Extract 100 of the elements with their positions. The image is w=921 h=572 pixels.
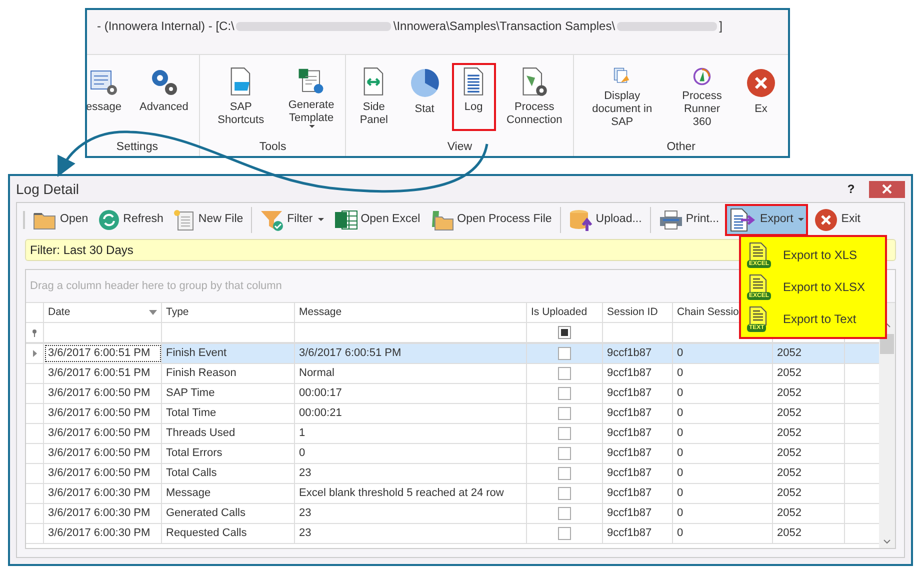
filter-checkbox[interactable] <box>558 326 571 339</box>
table-cell: 3/6/2017 6:00:51 PM <box>44 364 162 383</box>
table-row[interactable]: 3/6/2017 6:00:30 PM Message Excel blank threshold 5 reached at 24 row 9ccf1b87 0 2052 <box>26 484 879 504</box>
funnel-icon <box>260 209 284 231</box>
column-header[interactable]: Is Uploaded <box>527 303 603 322</box>
ribbon-button[interactable]: Ex <box>738 62 784 131</box>
caret-icon <box>318 218 324 222</box>
refresh-icon <box>98 209 120 231</box>
toolbar-button[interactable]: Open Process File <box>426 204 556 236</box>
table-cell: 0 <box>673 484 773 503</box>
table-cell: 3/6/2017 6:00:30 PM <box>44 504 162 523</box>
checkbox[interactable] <box>558 507 571 520</box>
checkbox[interactable] <box>558 467 571 480</box>
table-cell: 3/6/2017 6:00:50 PM <box>44 444 162 463</box>
table-cell: 9ccf1b87 <box>603 424 673 443</box>
table-cell: 3/6/2017 6:00:51 PM <box>44 344 162 363</box>
checkbox[interactable] <box>558 367 571 380</box>
ribbon-group-label: View <box>447 140 472 155</box>
table-cell: 0 <box>673 464 773 483</box>
table-cell: 2052 <box>773 444 845 463</box>
toolbar-button[interactable]: Open <box>29 204 92 236</box>
column-header[interactable]: Session ID <box>603 303 673 322</box>
table-cell: 9ccf1b87 <box>603 464 673 483</box>
close-icon <box>882 184 892 194</box>
column-header[interactable]: Date <box>44 303 162 322</box>
checkbox[interactable] <box>558 487 571 500</box>
checkbox[interactable] <box>558 347 571 360</box>
table-cell: 3/6/2017 6:00:30 PM <box>44 524 162 543</box>
table-cell: SAP Time <box>162 384 295 403</box>
table-cell: Requested Calls <box>162 524 295 543</box>
table-cell: Total Calls <box>162 464 295 483</box>
ribbon-button[interactable]: Log <box>452 62 496 131</box>
table-cell: 2052 <box>773 384 845 403</box>
table-row[interactable]: 3/6/2017 6:00:50 PM Total Time 00:00:21 9ccf1b87 0 2052 <box>26 404 879 424</box>
table-cell: 2052 <box>773 524 845 543</box>
table-row[interactable]: 3/6/2017 6:00:30 PM Requested Calls 23 9ccf1b87 0 2052 <box>26 524 879 544</box>
table-cell: 0 <box>673 404 773 423</box>
table-cell: 3/6/2017 6:00:51 PM <box>295 344 527 363</box>
table-row[interactable]: 3/6/2017 6:00:50 PM Total Errors 0 9ccf1b87 0 2052 <box>26 444 879 464</box>
table-cell: 2052 <box>773 404 845 423</box>
table-cell: 0 <box>673 524 773 543</box>
table-cell: Total Errors <box>162 444 295 463</box>
table-cell: 1 <box>295 424 527 443</box>
table-cell: Finish Reason <box>162 364 295 383</box>
checkbox[interactable] <box>558 407 571 420</box>
table-cell: 9ccf1b87 <box>603 504 673 523</box>
new-document-icon <box>173 209 196 231</box>
table-row[interactable]: 3/6/2017 6:00:50 PM Total Calls 23 9ccf1b87 0 2052 <box>26 464 879 484</box>
table-cell: 0 <box>673 504 773 523</box>
ribbon-button[interactable]: Side Panel <box>350 62 398 131</box>
table-cell: Generated Calls <box>162 504 295 523</box>
column-header[interactable]: Message <box>295 303 527 322</box>
table-cell: Finish Event <box>162 344 295 363</box>
checkbox[interactable] <box>558 427 571 440</box>
document-export-icon <box>729 208 758 232</box>
table-cell: 3/6/2017 6:00:30 PM <box>44 484 162 503</box>
table-cell: 0 <box>673 344 773 363</box>
table-cell: 3/6/2017 6:00:50 PM <box>44 384 162 403</box>
table-cell: Excel blank threshold 5 reached at 24 row <box>295 484 527 503</box>
close-button[interactable] <box>869 180 905 198</box>
folder-document-icon <box>430 209 454 231</box>
table-row[interactable]: 3/6/2017 6:00:51 PM Finish Reason Normal 9ccf1b87 0 2052 <box>26 364 879 384</box>
checkbox[interactable] <box>558 447 571 460</box>
ribbon-button[interactable]: Stat <box>402 62 448 131</box>
window-title: Log Detail <box>16 180 80 199</box>
ribbon-button[interactable]: Process Connection <box>500 62 570 131</box>
table-row[interactable]: 3/6/2017 6:00:51 PM Finish Event 3/6/2017 6:00:51 PM 9ccf1b87 0 2052 <box>26 344 879 364</box>
ribbon-button[interactable]: Process Runner 360 <box>670 62 734 131</box>
table-row[interactable]: 3/6/2017 6:00:50 PM SAP Time 00:00:17 9ccf1b87 0 2052 <box>26 384 879 404</box>
ribbon-button[interactable]: Display document in SAP <box>578 62 666 131</box>
ribbon-button[interactable]: Generate Template <box>281 62 342 131</box>
ribbon-group-label: Tools <box>259 140 286 155</box>
toolbar-button[interactable]: Open Excel <box>330 204 424 236</box>
spreadsheet-icon <box>334 209 358 231</box>
help-button[interactable]: ? <box>841 180 861 198</box>
scroll-down-icon[interactable] <box>883 539 891 544</box>
toolbar-button[interactable]: Export <box>725 204 808 236</box>
table-row[interactable]: 3/6/2017 6:00:30 PM Generated Calls 23 9ccf1b87 0 2052 <box>26 504 879 524</box>
ribbon-button[interactable]: Advanced <box>132 62 196 131</box>
column-header[interactable]: Type <box>162 303 295 322</box>
toolbar-button[interactable]: Filter <box>256 204 328 236</box>
folder-icon <box>33 210 57 230</box>
close-circle-icon <box>745 66 777 99</box>
table-cell: 00:00:17 <box>295 384 527 403</box>
table-cell: 2052 <box>773 424 845 443</box>
table-row[interactable]: 3/6/2017 6:00:50 PM Threads Used 1 9ccf1b87 0 2052 <box>26 424 879 444</box>
toolbar-button[interactable]: New File <box>169 204 248 236</box>
checkbox[interactable] <box>558 387 571 400</box>
toolbar-button[interactable]: Refresh <box>94 204 168 236</box>
ribbon-button[interactable]: SAP Shortcuts <box>204 62 278 131</box>
toolbar-button[interactable]: Print... <box>654 204 724 236</box>
ribbon-group-label: Other <box>666 140 696 155</box>
pie-chart-icon <box>408 66 441 99</box>
checkbox[interactable] <box>558 527 571 540</box>
table-cell: 23 <box>295 524 527 543</box>
toolbar-button[interactable]: Upload... <box>564 204 646 236</box>
caret-icon <box>309 124 316 129</box>
table-cell: Normal <box>295 364 527 383</box>
vertical-scrollbar[interactable] <box>879 303 895 548</box>
table-cell: 9ccf1b87 <box>603 404 673 423</box>
